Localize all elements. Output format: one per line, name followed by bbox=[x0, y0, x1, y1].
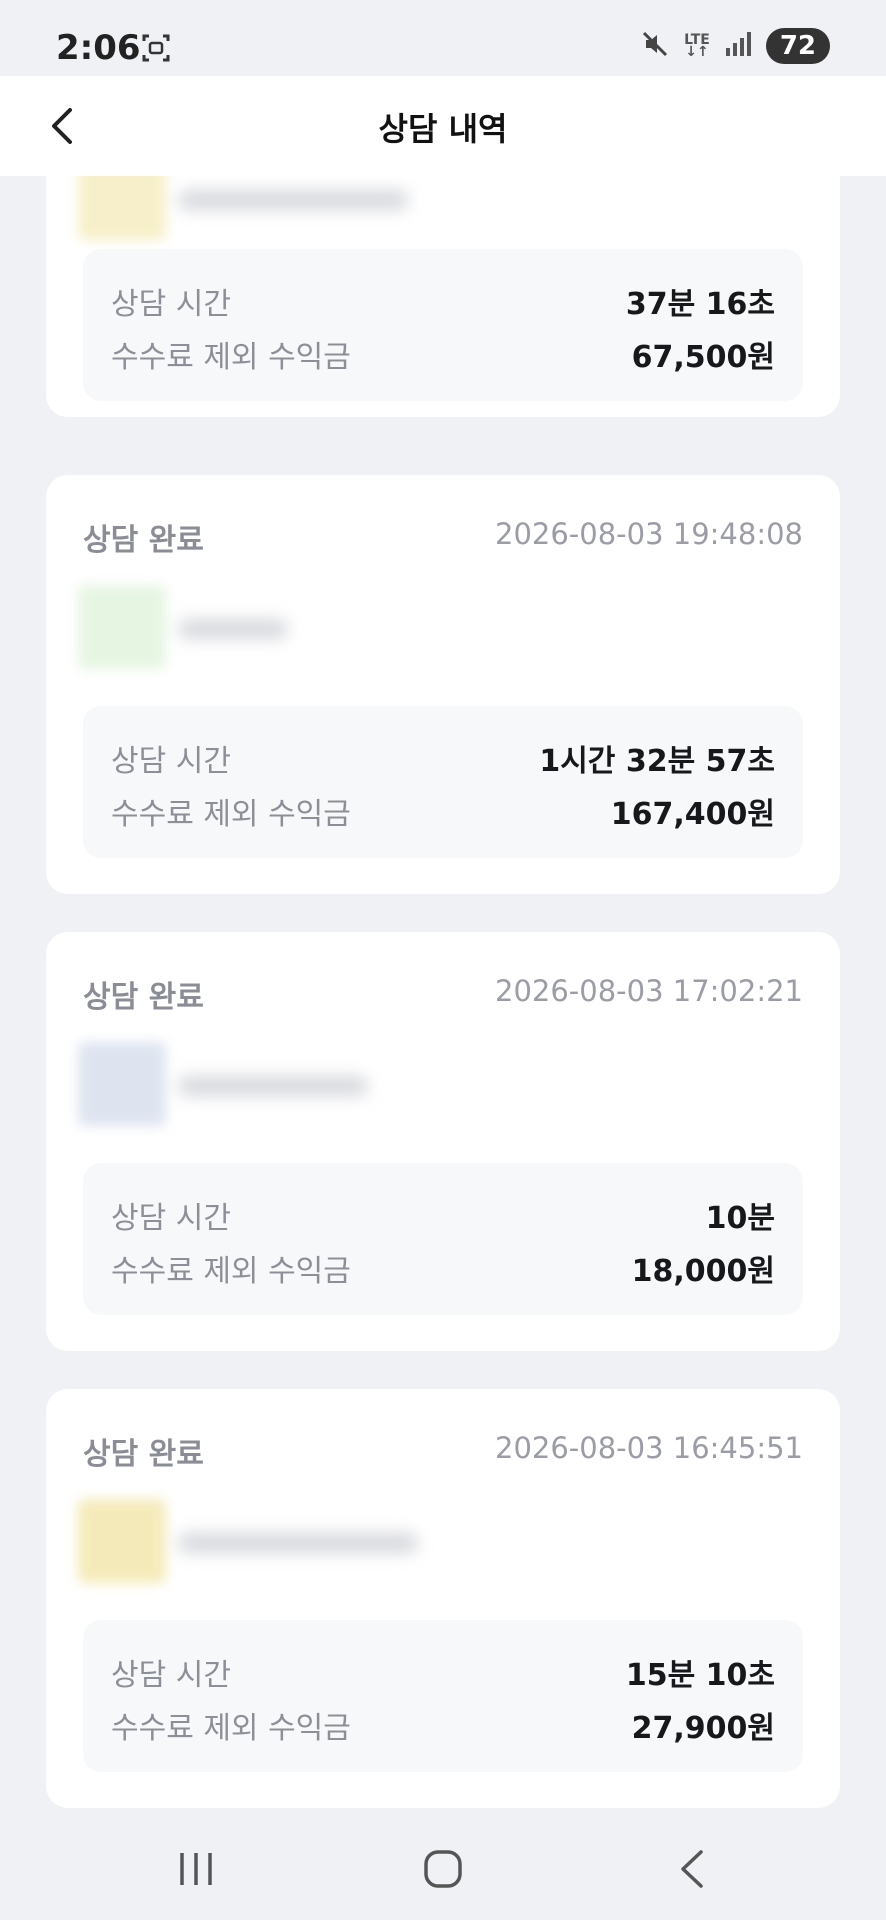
client-info bbox=[78, 176, 538, 240]
status-label: 상담 완료 bbox=[83, 523, 204, 558]
network-type: LTE bbox=[684, 32, 710, 48]
duration-label: 상담 시간 bbox=[111, 744, 231, 779]
earnings-value: 67,500원 bbox=[631, 340, 775, 375]
lte-icon: LTE ↓↑ bbox=[684, 32, 710, 60]
screenshot-icon bbox=[140, 32, 172, 68]
page-title: 상담 내역 bbox=[378, 110, 508, 148]
status-label: 상담 완료 bbox=[83, 1437, 204, 1472]
home-button[interactable] bbox=[413, 1844, 473, 1894]
consultation-summary: 상담 시간 10분 수수료 제외 수익금 18,000원 bbox=[83, 1163, 803, 1315]
duration-value: 1시간 32분 57초 bbox=[539, 744, 775, 779]
duration-value: 37분 16초 bbox=[625, 287, 775, 322]
client-avatar bbox=[78, 1499, 166, 1583]
consultation-list[interactable]: 상담 시간 37분 16초 수수료 제외 수익금 67,500원 상담 완료 2… bbox=[0, 176, 886, 1816]
consultation-datetime: 2026-08-03 17:02:21 bbox=[495, 974, 803, 1008]
earnings-label: 수수료 제외 수익금 bbox=[111, 1254, 351, 1289]
client-name bbox=[178, 1076, 368, 1096]
home-icon bbox=[424, 1850, 462, 1888]
consultation-card[interactable]: 상담 시간 37분 16초 수수료 제외 수익금 67,500원 bbox=[46, 176, 840, 417]
battery-icon: 72 bbox=[765, 28, 830, 64]
earnings-value: 167,400원 bbox=[610, 797, 775, 832]
signal-icon bbox=[724, 30, 752, 62]
earnings-value: 18,000원 bbox=[631, 1254, 775, 1289]
duration-value: 10분 bbox=[705, 1201, 775, 1236]
consultation-datetime: 2026-08-03 16:45:51 bbox=[495, 1431, 803, 1465]
consultation-card[interactable]: 상담 완료 2026-08-03 19:48:08 상담 시간 1시간 32분 … bbox=[46, 475, 840, 894]
consultation-summary: 상담 시간 1시간 32분 57초 수수료 제외 수익금 167,400원 bbox=[83, 706, 803, 858]
client-avatar bbox=[78, 176, 166, 240]
duration-value: 15분 10초 bbox=[625, 1658, 775, 1693]
recents-button[interactable] bbox=[166, 1844, 226, 1894]
client-name bbox=[178, 1533, 418, 1553]
consultation-summary: 상담 시간 15분 10초 수수료 제외 수익금 27,900원 bbox=[83, 1620, 803, 1772]
status-icons: LTE ↓↑ 72 bbox=[640, 28, 830, 64]
consultation-datetime: 2026-08-03 19:48:08 bbox=[495, 517, 803, 551]
duration-label: 상담 시간 bbox=[111, 1658, 231, 1693]
client-avatar bbox=[78, 1042, 166, 1126]
consultation-summary: 상담 시간 37분 16초 수수료 제외 수익금 67,500원 bbox=[83, 249, 803, 401]
recents-icon bbox=[180, 1853, 212, 1885]
status-label: 상담 완료 bbox=[83, 980, 204, 1015]
client-info bbox=[78, 1042, 538, 1126]
consultation-card[interactable]: 상담 완료 2026-08-03 16:45:51 상담 시간 15분 10초 … bbox=[46, 1389, 840, 1808]
duration-label: 상담 시간 bbox=[111, 1201, 231, 1236]
duration-label: 상담 시간 bbox=[111, 287, 231, 322]
nav-back-button[interactable] bbox=[662, 1844, 722, 1894]
status-bar: 2:06 LTE ↓↑ 72 bbox=[0, 0, 886, 76]
earnings-label: 수수료 제외 수익금 bbox=[111, 797, 351, 832]
client-avatar bbox=[78, 585, 166, 669]
consultation-card[interactable]: 상담 완료 2026-08-03 17:02:21 상담 시간 10분 수수료 … bbox=[46, 932, 840, 1351]
client-info bbox=[78, 585, 538, 669]
earnings-label: 수수료 제외 수익금 bbox=[111, 1711, 351, 1746]
back-icon bbox=[681, 1850, 703, 1888]
system-nav-bar bbox=[0, 1816, 886, 1920]
earnings-label: 수수료 제외 수익금 bbox=[111, 340, 351, 375]
client-name bbox=[178, 619, 288, 639]
app-header: 상담 내역 bbox=[0, 76, 886, 176]
client-name bbox=[178, 190, 408, 210]
mute-icon bbox=[640, 29, 670, 63]
client-info bbox=[78, 1499, 538, 1583]
earnings-value: 27,900원 bbox=[631, 1711, 775, 1746]
status-time: 2:06 bbox=[56, 28, 141, 68]
